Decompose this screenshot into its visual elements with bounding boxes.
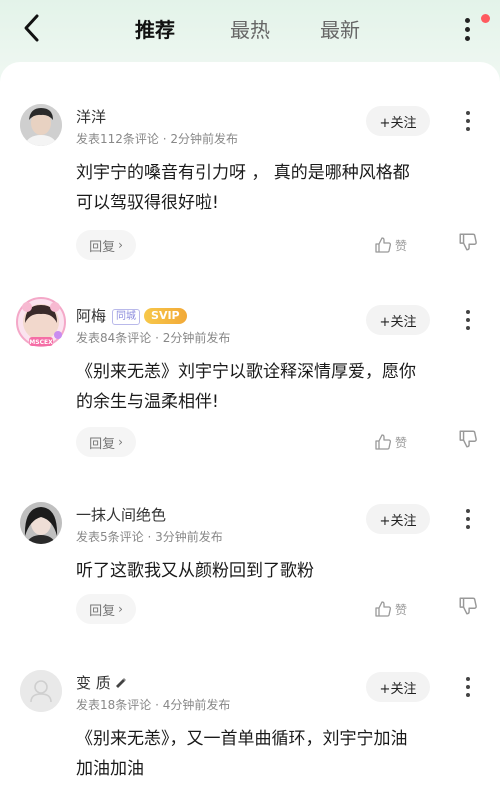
comment-more-button[interactable] <box>460 108 476 134</box>
thumbs-up-icon <box>375 237 391 253</box>
comment-text-line: 的余生与温柔相伴! <box>76 392 219 412</box>
thumbs-down-icon <box>459 233 477 251</box>
thumbs-down-icon <box>459 597 477 615</box>
like-button[interactable]: 赞 <box>374 232 420 258</box>
avatar[interactable] <box>20 104 62 146</box>
user-photo-icon: MSCEX <box>16 297 66 347</box>
like-button[interactable]: 赞 <box>374 596 420 622</box>
comment-text-line: 可以驾驭得很好啦! <box>76 193 219 213</box>
chevron-left-icon <box>24 14 39 42</box>
user-photo-icon <box>20 502 62 544</box>
reply-button[interactable]: 回复 › <box>76 230 136 260</box>
username[interactable]: 变 质 <box>76 674 111 692</box>
svg-text:MSCEX: MSCEX <box>29 339 53 346</box>
comment-text: 听了这歌我又从颜粉回到了歌粉 <box>76 556 476 586</box>
reply-label: 回复 <box>89 436 116 452</box>
follow-button[interactable]: +关注 <box>366 672 430 702</box>
username[interactable]: 阿梅 <box>76 307 106 325</box>
comment-text: 《别来无恙》，又一首单曲循环，刘宇宁加油 加油加油 <box>76 724 476 784</box>
comment-text: 刘宇宁的嗓音有引力呀 ， 真的是哪种风格都 可以驾驭得很好啦! <box>76 158 476 218</box>
username[interactable]: 洋洋 <box>76 106 106 127</box>
comment-text-line: 听了这歌我又从颜粉回到了歌粉 <box>76 561 314 581</box>
username[interactable]: 一抹人间绝色 <box>76 504 166 525</box>
chevron-right-icon: › <box>118 238 123 252</box>
tab-recommended[interactable]: 推荐 <box>135 14 175 43</box>
comment-text-line: 《别来无恙》，又一首单曲循环，刘宇宁加油 <box>76 729 408 749</box>
comment-text-line: 《别来无恙》刘宇宁以歌诠释深情厚爱，愿你 <box>76 362 416 382</box>
chevron-right-icon: › <box>118 435 123 449</box>
like-button[interactable]: 赞 <box>374 429 420 455</box>
username-row: 阿梅 同城 SVIP <box>76 305 187 326</box>
dislike-button[interactable] <box>458 429 484 455</box>
avatar[interactable] <box>20 502 62 544</box>
comment-text: 《别来无恙》刘宇宁以歌诠释深情厚爱，愿你 的余生与温柔相伴! <box>76 357 476 417</box>
notification-dot <box>481 14 490 23</box>
comment-meta: 发表112条评论 · 2分钟前发布 <box>76 132 238 146</box>
dislike-button[interactable] <box>458 596 484 622</box>
follow-button[interactable]: +关注 <box>366 305 430 335</box>
reply-label: 回复 <box>89 603 116 619</box>
top-bar: 推荐 最热 最新 <box>0 0 500 62</box>
username-row: 变 质 <box>76 672 128 693</box>
like-label: 赞 <box>395 238 408 253</box>
back-button[interactable] <box>16 10 48 46</box>
thumbs-down-icon <box>459 430 477 448</box>
reply-button[interactable]: 回复 › <box>76 594 136 624</box>
comment-list: 洋洋 发表112条评论 · 2分钟前发布 +关注 刘宇宁的嗓音有引力呀 ， 真的… <box>0 62 500 802</box>
reply-label: 回复 <box>89 239 116 255</box>
follow-button[interactable]: +关注 <box>366 106 430 136</box>
same-city-badge: 同城 <box>112 309 141 325</box>
comment-meta: 发表5条评论 · 3分钟前发布 <box>76 530 223 544</box>
svip-badge[interactable]: SVIP <box>144 308 187 324</box>
more-options-button[interactable] <box>458 12 478 46</box>
thumbs-up-icon <box>375 601 391 617</box>
thumbs-up-icon <box>375 434 391 450</box>
dislike-button[interactable] <box>458 232 484 258</box>
avatar[interactable] <box>20 670 62 712</box>
comment-more-button[interactable] <box>460 674 476 700</box>
reply-button[interactable]: 回复 › <box>76 427 136 457</box>
tab-hottest[interactable]: 最热 <box>230 14 270 43</box>
like-label: 赞 <box>395 435 408 450</box>
comment-text-line: 刘宇宁的嗓音有引力呀 ， 真的是哪种风格都 <box>76 163 410 183</box>
like-label: 赞 <box>395 602 408 617</box>
chevron-right-icon: › <box>118 602 123 616</box>
avatar[interactable]: MSCEX <box>16 297 66 347</box>
comment-text-line: 加油加油 <box>76 759 144 779</box>
comment-meta: 发表84条评论 · 2分钟前发布 <box>76 331 231 345</box>
comment-meta: 发表18条评论 · 4分钟前发布 <box>76 698 231 712</box>
comment-more-button[interactable] <box>460 506 476 532</box>
tab-newest[interactable]: 最新 <box>320 14 360 43</box>
follow-button[interactable]: +关注 <box>366 504 430 534</box>
user-photo-icon <box>20 104 62 146</box>
pen-icon <box>115 678 126 688</box>
comment-more-button[interactable] <box>460 307 476 333</box>
default-user-icon <box>20 670 62 712</box>
